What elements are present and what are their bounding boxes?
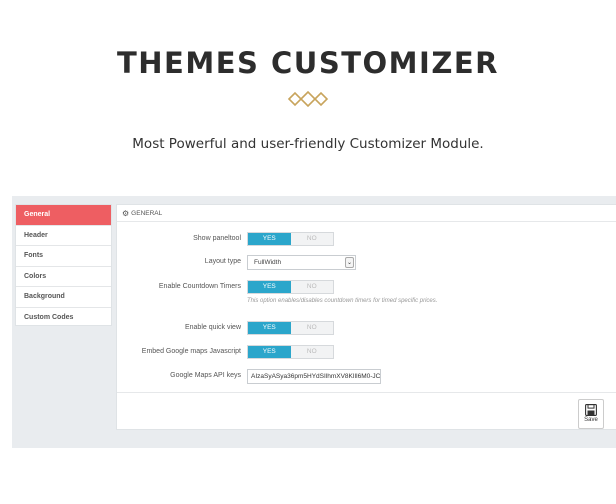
chevron-down-icon: ⌄	[345, 257, 354, 268]
layout-type-label: Layout type	[204, 258, 241, 265]
countdown-help-text: This option enables/disables countdown t…	[247, 298, 438, 304]
panel-heading-label: GENERAL	[131, 209, 163, 217]
sidebar-item-header[interactable]: Header	[16, 226, 111, 247]
admin-screenshot: General Header Fonts Colors Background C…	[12, 196, 616, 448]
panel-heading: ⚙ GENERAL	[117, 205, 616, 222]
quick-view-yes[interactable]: YES	[248, 322, 291, 334]
layout-type-select[interactable]: FullWidth ⌄	[247, 255, 356, 270]
settings-sidebar: General Header Fonts Colors Background C…	[15, 204, 112, 326]
show-paneltool-no[interactable]: NO	[291, 233, 334, 245]
page-title: THEMES CUSTOMIZER	[117, 46, 499, 80]
show-paneltool-toggle: YES NO	[247, 232, 334, 246]
panel-footer-divider	[117, 392, 616, 393]
show-paneltool-yes[interactable]: YES	[248, 233, 291, 245]
row-maps-api-key: Google Maps API keys AIzaSyASya36pm5HYdS…	[117, 369, 616, 384]
row-quick-view: Enable quick view YES NO	[117, 321, 616, 335]
google-maps-js-yes[interactable]: YES	[248, 346, 291, 358]
row-show-paneltool: Show paneltool YES NO	[117, 232, 616, 246]
page-subtitle: Most Powerful and user-friendly Customiz…	[132, 136, 484, 152]
sidebar-item-background[interactable]: Background	[16, 287, 111, 308]
general-settings-panel: ⚙ GENERAL Show paneltool YES NO Layout t…	[116, 204, 616, 430]
countdown-yes[interactable]: YES	[248, 281, 291, 293]
countdown-no[interactable]: NO	[291, 281, 334, 293]
sidebar-item-fonts[interactable]: Fonts	[16, 246, 111, 267]
floppy-disk-icon	[585, 404, 597, 416]
diamond-ornament-icon	[287, 91, 329, 107]
row-countdown: Enable Countdown Timers YES NO This opti…	[117, 280, 616, 304]
show-paneltool-label: Show paneltool	[193, 235, 241, 242]
google-maps-js-toggle: YES NO	[247, 345, 334, 359]
save-button-label: Save	[584, 417, 598, 423]
sidebar-item-general[interactable]: General	[16, 205, 111, 226]
row-layout-type: Layout type FullWidth ⌄	[117, 255, 616, 270]
quick-view-label: Enable quick view	[184, 324, 241, 331]
layout-type-value: FullWidth	[254, 259, 282, 266]
row-google-maps-js: Embed Google maps Javascript YES NO	[117, 345, 616, 359]
google-maps-js-no[interactable]: NO	[291, 346, 334, 358]
countdown-label: Enable Countdown Timers	[158, 283, 241, 290]
countdown-toggle: YES NO	[247, 280, 334, 294]
sidebar-item-custom-codes[interactable]: Custom Codes	[16, 308, 111, 329]
save-button[interactable]: Save	[578, 399, 604, 429]
cog-icon: ⚙	[122, 208, 130, 218]
maps-api-key-input[interactable]: AIzaSyASya36pm5HYdSIlhmXV8KlIl6M0-JC	[247, 369, 381, 384]
sidebar-item-colors[interactable]: Colors	[16, 267, 111, 288]
quick-view-toggle: YES NO	[247, 321, 334, 335]
maps-api-key-label: Google Maps API keys	[170, 372, 241, 379]
quick-view-no[interactable]: NO	[291, 322, 334, 334]
google-maps-js-label: Embed Google maps Javascript	[141, 348, 241, 355]
